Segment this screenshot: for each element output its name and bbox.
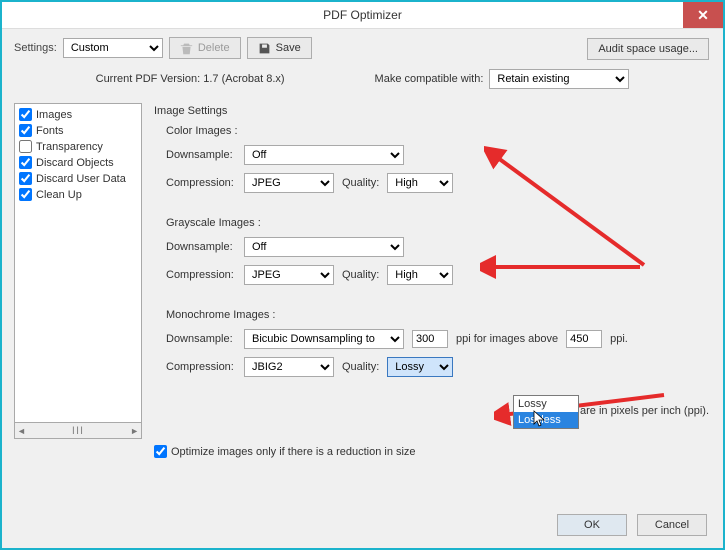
mono-quality-label: Quality: [342, 361, 379, 373]
color-header: Color Images : [166, 125, 711, 137]
list-scrollbar[interactable]: ◄ III ► [14, 423, 142, 439]
scroll-thumb[interactable]: III [72, 425, 84, 437]
compat-label: Make compatible with: [375, 73, 484, 85]
cat-discard-user-data[interactable]: Discard User Data [19, 172, 137, 185]
mono-ppi-unit: ppi. [610, 333, 628, 345]
gray-down-label: Downsample: [166, 241, 236, 253]
image-settings-panel: Image Settings Color Images : Downsample… [154, 103, 711, 439]
color-down-label: Downsample: [166, 149, 236, 161]
gray-comp-label: Compression: [166, 269, 236, 281]
mono-above-input[interactable] [566, 330, 602, 348]
cat-images[interactable]: Images [19, 108, 137, 121]
gray-downsample-select[interactable]: Off [244, 237, 404, 257]
category-list[interactable]: Images Fonts Transparency Discard Object… [14, 103, 142, 423]
cat-discard-objects[interactable]: Discard Objects [19, 156, 137, 169]
mono-compression-select[interactable]: JBIG2 [244, 357, 334, 377]
pdf-optimizer-window: PDF Optimizer ✕ Settings: Custom Delete … [0, 0, 725, 550]
settings-select[interactable]: Custom [63, 38, 163, 58]
audit-space-button[interactable]: Audit space usage... [587, 38, 709, 60]
current-version-label: Current PDF Version: 1.7 (Acrobat 8.x) [96, 73, 285, 85]
save-button[interactable]: Save [247, 37, 312, 59]
trash-icon [180, 42, 193, 55]
color-downsample-select[interactable]: Off [244, 145, 404, 165]
scroll-left-icon[interactable]: ◄ [17, 426, 26, 436]
gray-quality-select[interactable]: High [387, 265, 453, 285]
mono-downsample-select[interactable]: Bicubic Downsampling to [244, 329, 404, 349]
save-icon [258, 42, 271, 55]
cat-transparency[interactable]: Transparency [19, 140, 137, 153]
color-comp-label: Compression: [166, 177, 236, 189]
cursor-icon [533, 410, 547, 428]
cat-fonts[interactable]: Fonts [19, 124, 137, 137]
optimize-only-if-smaller[interactable]: Optimize images only if there is a reduc… [154, 445, 711, 458]
color-compression-select[interactable]: JPEG [244, 173, 334, 193]
color-quality-label: Quality: [342, 177, 379, 189]
gray-header: Grayscale Images : [166, 217, 711, 229]
mono-quality-select[interactable]: Lossy [387, 357, 453, 377]
settings-label: Settings: [14, 42, 57, 54]
panel-title: Image Settings [154, 105, 711, 117]
gray-quality-label: Quality: [342, 269, 379, 281]
compat-select[interactable]: Retain existing [489, 69, 629, 89]
cancel-button[interactable]: Cancel [637, 514, 707, 536]
ok-button[interactable]: OK [557, 514, 627, 536]
mono-down-label: Downsample: [166, 333, 236, 345]
mono-header: Monochrome Images : [166, 309, 711, 321]
mono-above-label: ppi for images above [456, 333, 558, 345]
scroll-right-icon[interactable]: ► [130, 426, 139, 436]
window-title: PDF Optimizer [323, 8, 402, 22]
titlebar: PDF Optimizer ✕ [2, 2, 723, 29]
mono-ppi-input[interactable] [412, 330, 448, 348]
mono-comp-label: Compression: [166, 361, 236, 373]
gray-compression-select[interactable]: JPEG [244, 265, 334, 285]
color-quality-select[interactable]: High [387, 173, 453, 193]
cat-clean-up[interactable]: Clean Up [19, 188, 137, 201]
close-button[interactable]: ✕ [683, 2, 723, 28]
delete-button: Delete [169, 37, 241, 59]
close-icon: ✕ [697, 7, 709, 24]
